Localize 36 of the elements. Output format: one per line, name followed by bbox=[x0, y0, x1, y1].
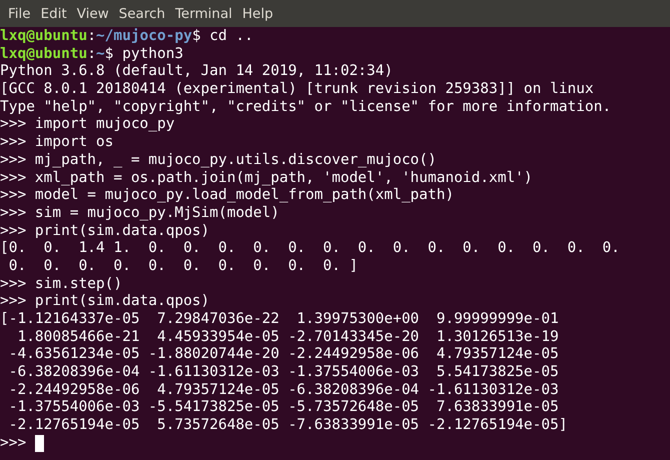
terminal-line: Python 3.6.8 (default, Jan 14 2019, 11:02:34) bbox=[0, 63, 393, 82]
terminal-line: -4.63561234e-05 -1.88020744e-20 -2.24492958e-06 4.79357124e-05 bbox=[8, 346, 559, 364]
python-prompt: >>> bbox=[0, 434, 26, 453]
terminal-line: >>> sim = mujoco_py.MjSim(model) bbox=[0, 204, 280, 223]
terminal-line: -6.38208396e-04 -1.61130312e-03 -1.37554006e-03 5.54173825e-05 bbox=[8, 364, 559, 382]
terminal-line: -2.24492958e-06 4.79357124e-05 -6.38208396e-04 -1.61130312e-03 bbox=[8, 382, 559, 400]
prompt-command: $ cd .. bbox=[192, 28, 254, 46]
prompt-path: ~ bbox=[96, 46, 105, 64]
terminal-line: >>> print(sim.data.qpos) bbox=[0, 222, 210, 240]
terminal-line: [-1.12164337e-05 7.29847036e-22 1.39975300e+00 9.99999999e-01 bbox=[0, 311, 559, 329]
terminal-line: >>> print(sim.data.qpos) bbox=[0, 293, 210, 312]
terminal-line: >>> model = mujoco_py.load_model_from_path(xml_path) bbox=[0, 187, 454, 205]
terminal-line: [0. 0. 1.4 1. 0. 0. 0. 0. 0. 0. 0. 0. 0. 0. 0. 0. 0. 0. bbox=[0, 240, 620, 258]
menu-item[interactable]: Help bbox=[237, 0, 278, 27]
prompt-command: $ python3 bbox=[104, 46, 184, 64]
menu-item[interactable]: File bbox=[3, 0, 36, 27]
terminal-line: Type "help", "copyright", "credits" or "license" for more information. bbox=[0, 98, 612, 116]
prompt-separator: : bbox=[87, 28, 96, 46]
menu-item[interactable]: Search bbox=[114, 0, 170, 27]
prompt-user: lxq@ubuntu bbox=[0, 46, 88, 64]
terminal-line: >>> import mujoco_py bbox=[0, 116, 175, 134]
terminal-line: [GCC 8.0.1 20180414 (experimental) [trunk revision 259383]] on linux bbox=[0, 81, 594, 99]
terminal-line: -2.12765194e-05 5.73572648e-05 -7.63833991e-05 -2.12765194e-05] bbox=[8, 417, 568, 435]
terminal-line: >>> import os bbox=[0, 134, 114, 152]
terminal-line: >>> sim.step() bbox=[0, 276, 122, 294]
prompt-user: lxq@ubuntu bbox=[0, 28, 88, 46]
terminal-line: 0. 0. 0. 0. 0. 0. 0. 0. 0. 0. ] bbox=[8, 258, 358, 276]
menu-item[interactable]: View bbox=[72, 0, 114, 27]
menu-item[interactable]: Edit bbox=[36, 0, 72, 27]
terminal-line: >>> mj_path, _ = mujoco_py.utils.discover_mujoco() bbox=[0, 152, 436, 170]
prompt-path: ~/mujoco-py bbox=[96, 28, 192, 46]
terminal-line: >>> xml_path = os.path.join(mj_path, 'model', 'humanoid.xml') bbox=[0, 170, 533, 188]
terminal-line: -1.37554006e-03 -5.54173825e-05 -5.73572648e-05 7.63833991e-05 bbox=[8, 399, 559, 418]
menu-item[interactable]: Terminal bbox=[170, 0, 238, 27]
terminal-line: 1.80085466e-21 4.45933954e-05 -2.70143345e-20 1.30126513e-19 bbox=[16, 328, 559, 346]
prompt-separator: : bbox=[87, 46, 96, 64]
